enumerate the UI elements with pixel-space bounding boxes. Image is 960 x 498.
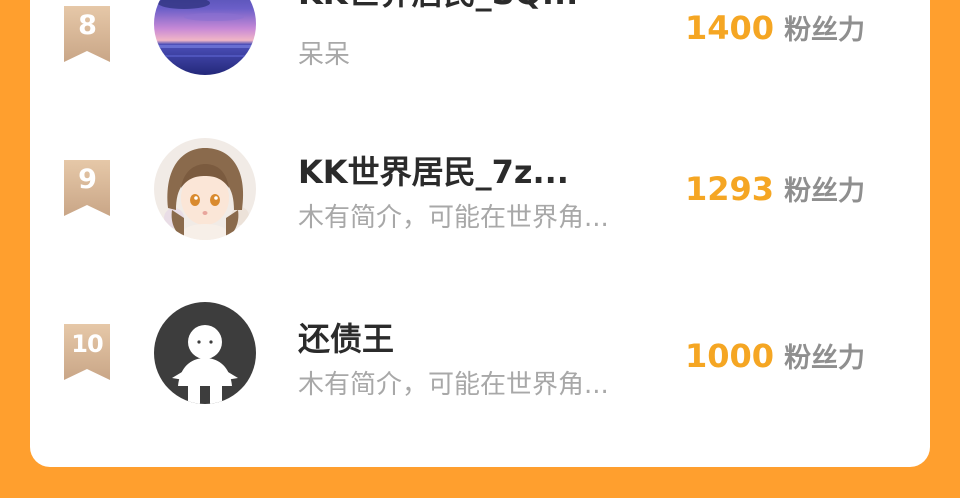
score-unit: 粉丝力 <box>784 343 866 374</box>
fan-power-score: 1293 粉丝力 <box>685 169 885 208</box>
leaderboard-row-8[interactable]: 8 呆呆 1400 粉丝力 <box>30 0 930 98</box>
avatar[interactable] <box>154 302 256 404</box>
user-bio: 木有简介，可能在世界角... <box>298 203 609 233</box>
default-user-avatar-icon <box>154 302 256 404</box>
user-bio: 木有简介，可能在世界角... <box>298 370 609 400</box>
user-name[interactable]: KK世界居民_SQ... <box>298 0 678 14</box>
rank-badge: 10 <box>64 324 110 380</box>
score-value: 1000 <box>685 337 775 375</box>
user-bio: 呆呆 <box>298 40 351 70</box>
leaderboard-card: 8 呆呆 1400 粉丝力 9 KK世界居民_7z... 木有简介，可能在世界角… <box>30 0 930 467</box>
rank-number: 9 <box>78 164 97 195</box>
avatar[interactable] <box>154 0 256 75</box>
fan-power-score: 1400 粉丝力 <box>685 8 885 47</box>
score-unit: 粉丝力 <box>784 176 866 207</box>
user-name[interactable]: 还债王 <box>298 314 678 360</box>
score-value: 1293 <box>685 170 775 208</box>
rank-number: 10 <box>71 330 103 358</box>
avatar[interactable] <box>154 138 256 240</box>
fan-power-score: 1000 粉丝力 <box>685 336 885 375</box>
user-name[interactable]: KK世界居民_7z... <box>298 147 678 193</box>
leaderboard-row-9[interactable]: 9 KK世界居民_7z... 木有简介，可能在世界角... 1293 粉丝力 <box>30 113 930 263</box>
score-unit: 粉丝力 <box>784 15 866 46</box>
leaderboard-row-10[interactable]: 10 还债王 木有简介，可能在世界角... 1000 粉丝力 <box>30 280 930 430</box>
rank-number: 8 <box>78 10 97 41</box>
sunset-sea-avatar-icon <box>154 0 256 75</box>
rank-badge: 8 <box>64 6 110 62</box>
anime-girl-avatar-icon <box>154 138 256 240</box>
score-value: 1400 <box>685 9 775 47</box>
rank-badge: 9 <box>64 160 110 216</box>
